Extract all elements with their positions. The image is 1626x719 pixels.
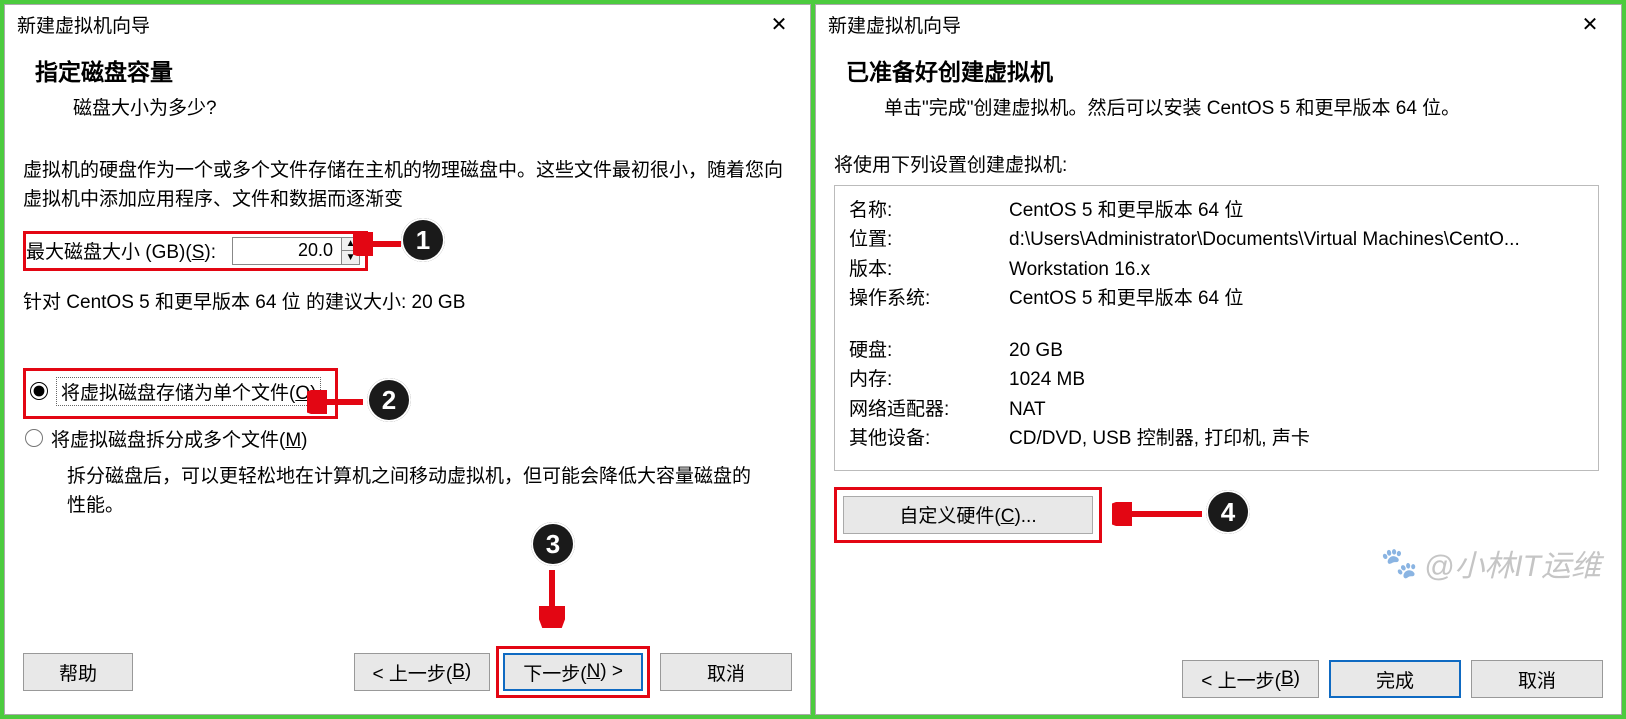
description-text: 虚拟机的硬盘作为一个或多个文件存储在主机的物理磁盘中。这些文件最初很小，随着您向…: [23, 156, 788, 215]
summary-value: CentOS 5 和更早版本 64 位: [1009, 196, 1243, 225]
annotation-badge-2: 2: [367, 378, 411, 422]
summary-value: 20 GB: [1009, 336, 1063, 365]
annotation-arrow-4: [1112, 502, 1206, 526]
summary-row: 版本:Workstation 16.x: [849, 255, 1584, 284]
summary-row: 操作系统:CentOS 5 和更早版本 64 位: [849, 284, 1584, 313]
titlebar: 新建虚拟机向导 ✕: [5, 5, 810, 43]
paw-icon: 🐾: [1381, 546, 1418, 581]
back-button[interactable]: < 上一步(B): [1182, 660, 1319, 698]
dialog-header: 已准备好创建虚拟机 单击"完成"创建虚拟机。然后可以安装 CentOS 5 和更…: [816, 43, 1621, 128]
max-disk-size-label: 最大磁盘大小 (GB)(S):: [26, 237, 216, 264]
dialog-header: 指定磁盘容量 磁盘大小为多少?: [5, 43, 810, 134]
split-explanation: 拆分磁盘后，可以更轻松地在计算机之间移动虚拟机，但可能会降低大容量磁盘的性能。: [23, 456, 788, 521]
radio-single-file-label: 将虚拟磁盘存储为单个文件(O): [56, 377, 321, 406]
ready-to-create-dialog: 新建虚拟机向导 ✕ 已准备好创建虚拟机 单击"完成"创建虚拟机。然后可以安装 C…: [815, 4, 1622, 715]
spinner-down-icon[interactable]: ▼: [342, 251, 359, 264]
summary-row: 网络适配器:NAT: [849, 395, 1584, 424]
summary-value: 1024 MB: [1009, 365, 1085, 394]
summary-row: 硬盘:20 GB: [849, 336, 1584, 365]
next-button[interactable]: 下一步(N) >: [503, 653, 643, 691]
summary-key: 网络适配器:: [849, 395, 1009, 424]
single-file-highlight: 将虚拟磁盘存储为单个文件(O): [23, 368, 338, 419]
dialog-footer: 帮助 < 上一步(B) 下一步(N) > 取消 3: [5, 631, 810, 714]
summary-key: 版本:: [849, 255, 1009, 284]
help-button[interactable]: 帮助: [23, 653, 133, 691]
spinner-up-icon[interactable]: ▲: [342, 238, 359, 252]
radio-split-files-label: 将虚拟磁盘拆分成多个文件(M): [51, 425, 307, 452]
radio-split-files[interactable]: 将虚拟磁盘拆分成多个文件(M): [23, 425, 788, 452]
disk-capacity-dialog: 新建虚拟机向导 ✕ 指定磁盘容量 磁盘大小为多少? 虚拟机的硬盘作为一个或多个文…: [4, 4, 811, 715]
summary-row: 位置:d:\Users\Administrator\Documents\Virt…: [849, 225, 1584, 254]
summary-label: 将使用下列设置创建虚拟机:: [834, 150, 1599, 177]
recommended-size-text: 针对 CentOS 5 和更早版本 64 位 的建议大小: 20 GB: [23, 287, 788, 314]
summary-row: 名称:CentOS 5 和更早版本 64 位: [849, 196, 1584, 225]
watermark: 🐾 @小林IT运维: [1381, 541, 1601, 585]
annotation-badge-1: 1: [401, 218, 445, 262]
cancel-button[interactable]: 取消: [1471, 660, 1603, 698]
titlebar: 新建虚拟机向导 ✕: [816, 5, 1621, 43]
summary-key: 位置:: [849, 225, 1009, 254]
annotation-badge-3: 3: [531, 522, 575, 566]
annotation-badge-4: 4: [1206, 490, 1250, 534]
header-subtitle: 单击"完成"创建虚拟机。然后可以安装 CentOS 5 和更早版本 64 位。: [846, 93, 1591, 120]
next-button-highlight: 下一步(N) >: [496, 646, 650, 698]
window-title: 新建虚拟机向导: [828, 11, 1571, 38]
summary-value: Workstation 16.x: [1009, 255, 1150, 284]
summary-value: d:\Users\Administrator\Documents\Virtual…: [1009, 225, 1520, 254]
summary-key: 名称:: [849, 196, 1009, 225]
summary-row: 其他设备:CD/DVD, USB 控制器, 打印机, 声卡: [849, 424, 1584, 453]
dialog-footer: < 上一步(B) 完成 取消: [816, 645, 1621, 714]
disk-size-input[interactable]: [233, 238, 341, 264]
summary-row: 内存:1024 MB: [849, 365, 1584, 394]
radio-single-file[interactable]: 将虚拟磁盘存储为单个文件(O): [30, 377, 321, 406]
custom-hardware-highlight: 自定义硬件(C)...: [834, 487, 1102, 543]
summary-box: 名称:CentOS 5 和更早版本 64 位位置:d:\Users\Admini…: [834, 185, 1599, 471]
close-icon[interactable]: ✕: [1571, 10, 1609, 38]
summary-value: CD/DVD, USB 控制器, 打印机, 声卡: [1009, 424, 1310, 453]
back-button[interactable]: < 上一步(B): [354, 653, 491, 691]
window-title: 新建虚拟机向导: [17, 11, 760, 38]
header-title: 指定磁盘容量: [35, 53, 780, 87]
header-title: 已准备好创建虚拟机: [846, 53, 1591, 87]
cancel-button[interactable]: 取消: [660, 653, 792, 691]
summary-key: 其他设备:: [849, 424, 1009, 453]
radio-single-file-input[interactable]: [30, 382, 48, 400]
summary-value: CentOS 5 和更早版本 64 位: [1009, 284, 1243, 313]
summary-key: 操作系统:: [849, 284, 1009, 313]
max-disk-size-highlight: 最大磁盘大小 (GB)(S): ▲ ▼: [23, 231, 368, 271]
customize-hardware-button[interactable]: 自定义硬件(C)...: [843, 496, 1093, 534]
summary-value: NAT: [1009, 395, 1046, 424]
summary-key: 硬盘:: [849, 336, 1009, 365]
finish-button[interactable]: 完成: [1329, 660, 1461, 698]
radio-split-files-input[interactable]: [25, 429, 43, 447]
header-subtitle: 磁盘大小为多少?: [35, 93, 780, 120]
close-icon[interactable]: ✕: [760, 10, 798, 38]
disk-size-spinner[interactable]: ▲ ▼: [232, 237, 360, 265]
summary-key: 内存:: [849, 365, 1009, 394]
